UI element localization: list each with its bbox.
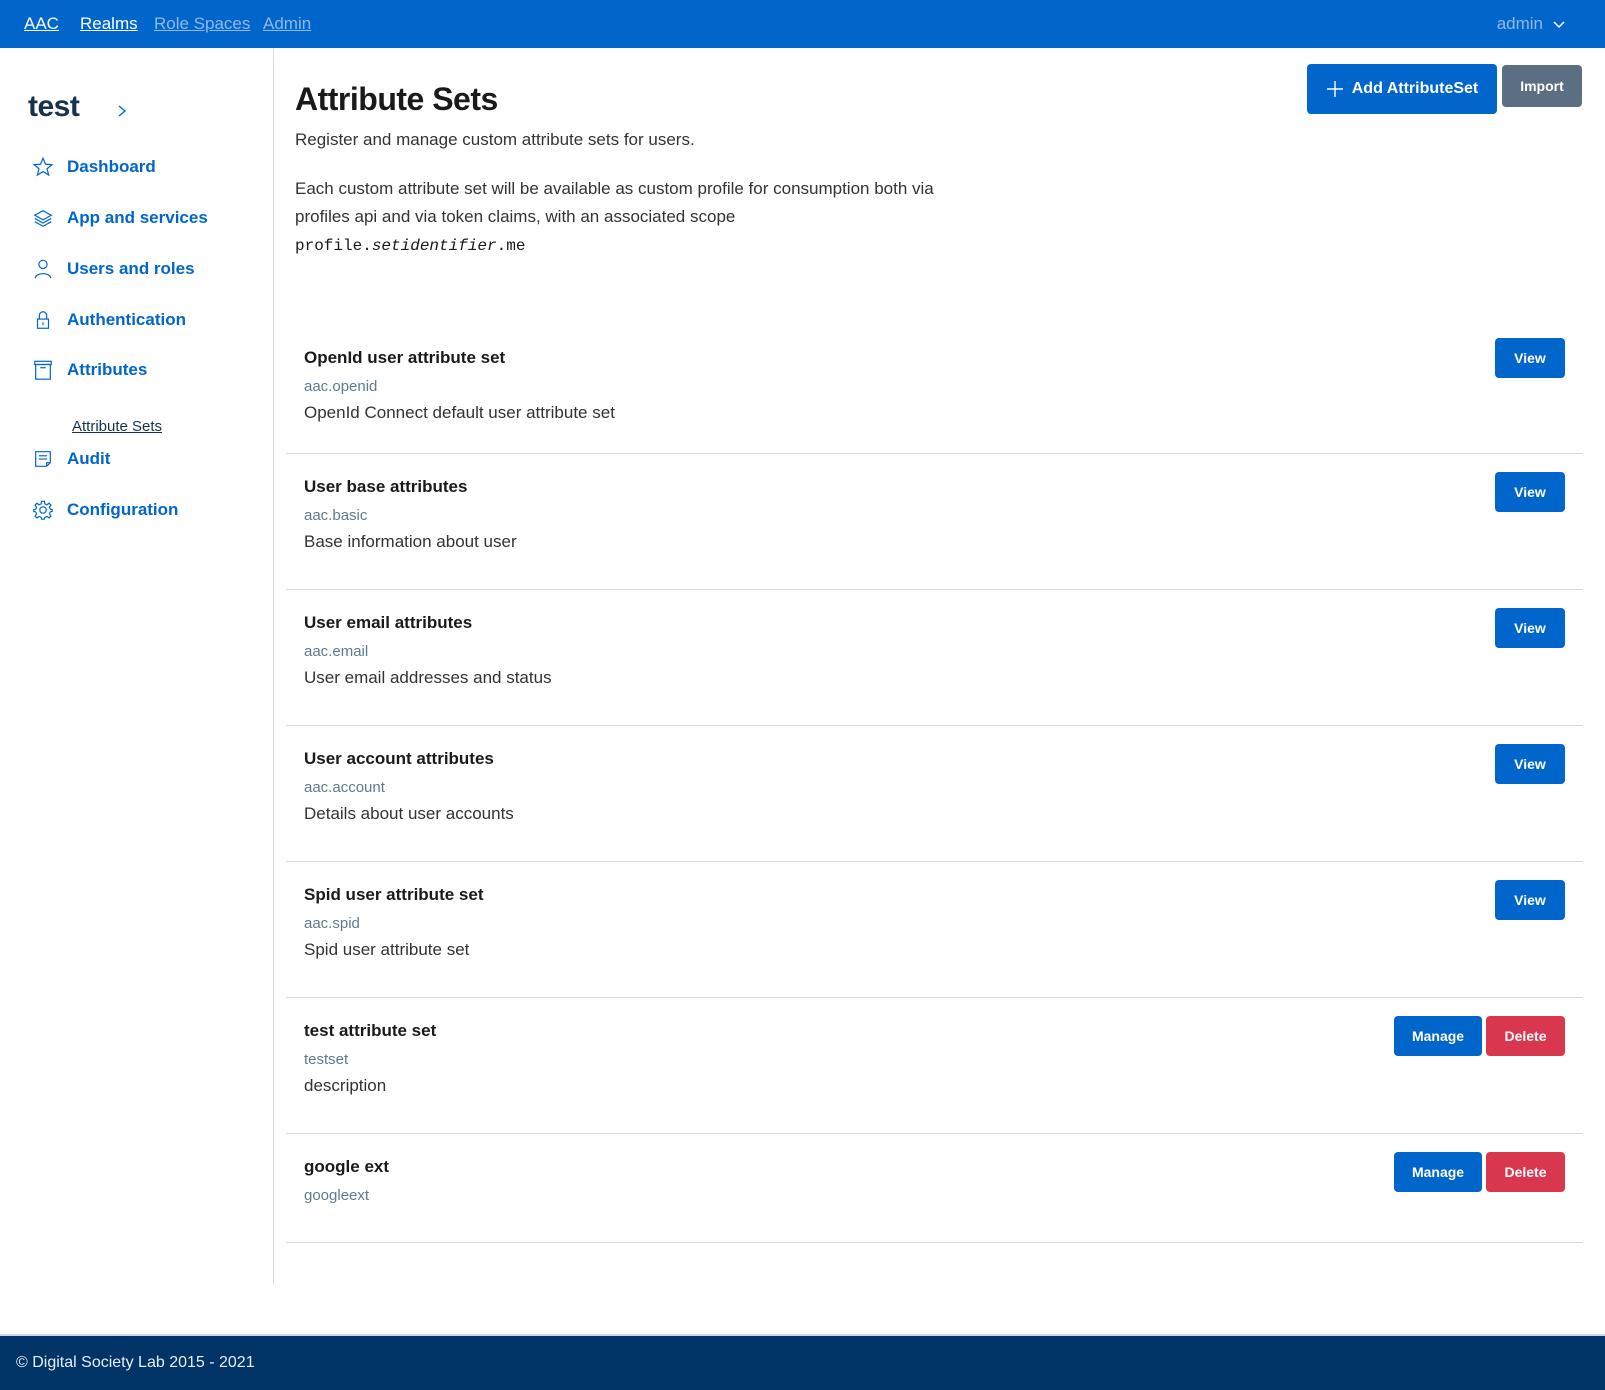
sidebar-item-label: Dashboard bbox=[67, 157, 156, 176]
row-actions: View bbox=[1495, 744, 1565, 784]
sidebar-subitem-attribute-sets[interactable]: Attribute Sets bbox=[72, 418, 162, 435]
view-button[interactable]: View bbox=[1495, 880, 1565, 920]
sidebar-item-audit[interactable]: Audit bbox=[32, 448, 110, 470]
set-identifier: googleext bbox=[304, 1187, 370, 1204]
star-icon bbox=[32, 156, 54, 178]
set-name: test attribute set bbox=[304, 1021, 437, 1040]
row-actions: View bbox=[1495, 608, 1565, 648]
add-button-label: Add AttributeSet bbox=[1351, 80, 1479, 97]
list-item: User account attributes aac.account Deta… bbox=[286, 726, 1583, 862]
page-subtitle: Register and manage custom attribute set… bbox=[295, 130, 695, 149]
delete-button[interactable]: Delete bbox=[1486, 1152, 1565, 1192]
footer: © Digital Society Lab 2015 - 2021 bbox=[0, 1334, 1605, 1390]
scope-variable: setidentifier bbox=[371, 237, 497, 255]
delete-button[interactable]: Delete bbox=[1486, 1016, 1565, 1056]
copyright-text: © Digital Society Lab 2015 - 2021 bbox=[16, 1354, 255, 1371]
top-navbar: AAC Realms Role Spaces Admin admin bbox=[0, 0, 1605, 48]
set-description: description bbox=[304, 1076, 387, 1095]
layers-icon bbox=[32, 207, 54, 229]
sidebar-item-label: Users and roles bbox=[67, 259, 195, 278]
set-description: OpenId Connect default user attribute se… bbox=[304, 403, 615, 422]
manage-button[interactable]: Manage bbox=[1394, 1152, 1482, 1192]
set-name: User email attributes bbox=[304, 613, 473, 632]
view-button[interactable]: View bbox=[1495, 608, 1565, 648]
view-button[interactable]: View bbox=[1495, 472, 1565, 512]
user-name: admin bbox=[1496, 14, 1543, 33]
user-icon bbox=[32, 258, 54, 280]
view-button[interactable]: View bbox=[1495, 744, 1565, 784]
sidebar: test Dashboard App and services Users an… bbox=[0, 48, 274, 1285]
set-description: Base information about user bbox=[304, 532, 517, 551]
lock-icon bbox=[32, 309, 54, 331]
add-attributeset-button[interactable]: Add AttributeSet bbox=[1307, 64, 1497, 114]
row-actions: Manage Delete bbox=[1394, 1152, 1565, 1192]
set-identifier: aac.spid bbox=[304, 915, 360, 932]
chevron-right-icon[interactable] bbox=[116, 104, 128, 118]
row-actions: View bbox=[1495, 338, 1565, 378]
sidebar-item-label: Configuration bbox=[67, 500, 179, 519]
nav-realms[interactable]: Realms bbox=[80, 14, 138, 34]
set-name: User account attributes bbox=[304, 749, 494, 768]
set-description: User email addresses and status bbox=[304, 668, 552, 687]
scope-code: profile.setidentifier.me bbox=[295, 237, 525, 255]
archive-icon bbox=[32, 359, 54, 381]
set-description: Details about user accounts bbox=[304, 804, 514, 823]
set-name: User base attributes bbox=[304, 477, 468, 496]
user-menu[interactable]: admin bbox=[1497, 14, 1565, 34]
set-identifier: aac.basic bbox=[304, 507, 368, 524]
sidebar-item-users-and-roles[interactable]: Users and roles bbox=[32, 258, 195, 280]
row-actions: View bbox=[1495, 880, 1565, 920]
page-title: Attribute Sets bbox=[295, 81, 498, 117]
sidebar-item-app-and-services[interactable]: App and services bbox=[32, 207, 208, 229]
set-identifier: aac.openid bbox=[304, 378, 378, 395]
set-identifier: aac.account bbox=[304, 779, 385, 796]
nav-brand-aac[interactable]: AAC bbox=[24, 14, 59, 34]
attribute-set-list: OpenId user attribute set aac.openid Ope… bbox=[286, 338, 1583, 1243]
sidebar-item-configuration[interactable]: Configuration bbox=[32, 499, 178, 521]
sidebar-item-label: Authentication bbox=[67, 310, 186, 329]
chevron-down-icon bbox=[1553, 21, 1565, 29]
set-identifier: testset bbox=[304, 1051, 349, 1068]
gear-icon bbox=[32, 499, 54, 521]
row-actions: Manage Delete bbox=[1394, 1016, 1565, 1056]
set-name: Spid user attribute set bbox=[304, 885, 484, 904]
row-actions: View bbox=[1495, 472, 1565, 512]
set-name: OpenId user attribute set bbox=[304, 348, 506, 367]
set-name: google ext bbox=[304, 1157, 390, 1176]
set-identifier: aac.email bbox=[304, 643, 369, 660]
note-icon bbox=[32, 448, 54, 470]
list-item: OpenId user attribute set aac.openid Ope… bbox=[286, 338, 1583, 454]
realm-title: test bbox=[28, 90, 80, 123]
sidebar-item-label: App and services bbox=[67, 208, 208, 227]
nav-admin[interactable]: Admin bbox=[263, 14, 311, 34]
set-description: Spid user attribute set bbox=[304, 940, 470, 959]
view-button[interactable]: View bbox=[1495, 338, 1565, 378]
scope-suffix: .me bbox=[496, 237, 526, 255]
plus-icon bbox=[1326, 81, 1343, 97]
list-item: google ext googleext Manage Delete bbox=[286, 1134, 1583, 1243]
nav-role-spaces[interactable]: Role Spaces bbox=[154, 14, 250, 34]
manage-button[interactable]: Manage bbox=[1394, 1016, 1482, 1056]
scope-prefix: profile. bbox=[295, 237, 372, 255]
list-item: test attribute set testset description M… bbox=[286, 998, 1583, 1134]
list-item: User base attributes aac.basic Base info… bbox=[286, 454, 1583, 590]
sidebar-item-dashboard[interactable]: Dashboard bbox=[32, 156, 156, 178]
import-button[interactable]: Import bbox=[1502, 65, 1582, 107]
sidebar-item-label: Attributes bbox=[67, 360, 148, 379]
sidebar-item-attributes[interactable]: Attributes bbox=[32, 359, 147, 381]
description-text: Each custom attribute set will be availa… bbox=[295, 179, 934, 226]
list-item: Spid user attribute set aac.spid Spid us… bbox=[286, 862, 1583, 998]
sidebar-item-authentication[interactable]: Authentication bbox=[32, 309, 186, 331]
list-item: User email attributes aac.email User ema… bbox=[286, 590, 1583, 726]
sidebar-item-label: Audit bbox=[67, 449, 111, 468]
page-description: Each custom attribute set will be availa… bbox=[295, 175, 935, 260]
